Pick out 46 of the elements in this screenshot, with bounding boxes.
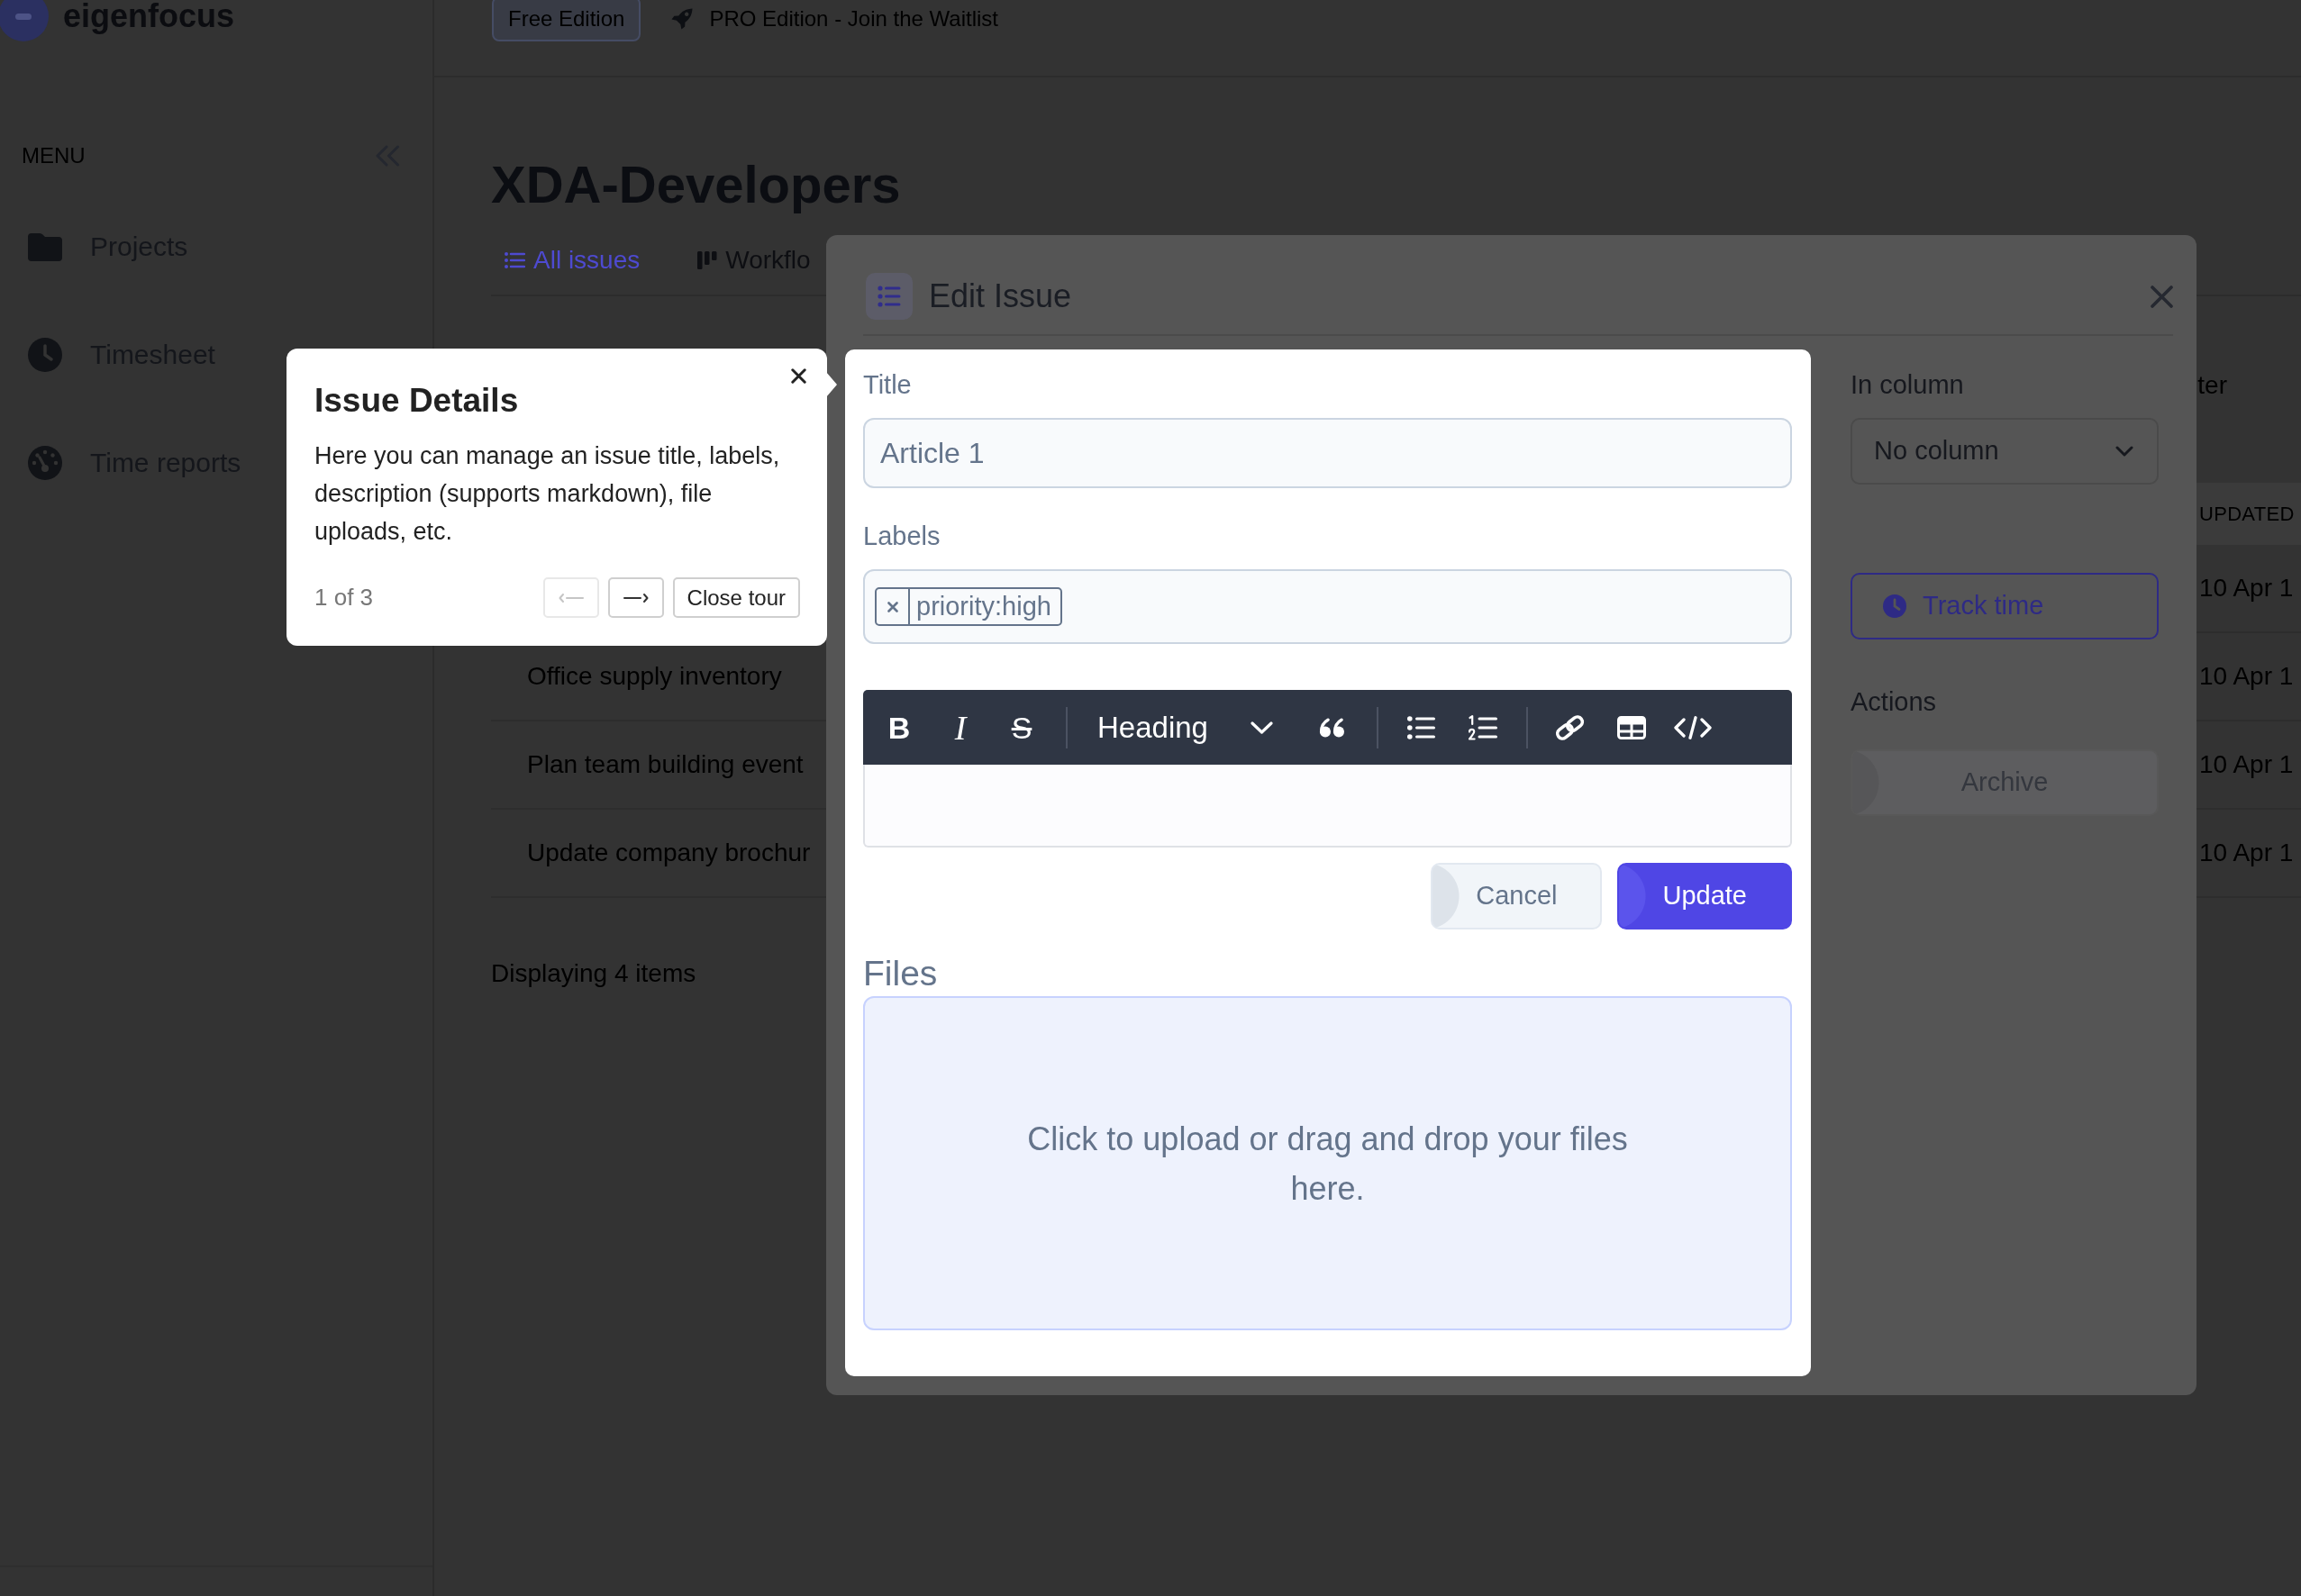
editor-field[interactable]: [863, 765, 1792, 848]
chevron-down-icon: [1250, 721, 1273, 734]
section-heading: Actions: [1851, 686, 1937, 718]
column-header: UPDATED: [2199, 502, 2296, 527]
cancel-button[interactable]: Cancel: [1431, 863, 1603, 929]
labels-field[interactable]: priority:high: [863, 569, 1792, 644]
table-icon[interactable]: [1616, 715, 1646, 739]
numbered-list-icon[interactable]: [1468, 714, 1497, 740]
code-icon[interactable]: [1673, 715, 1712, 739]
strikethrough-button[interactable]: S: [1002, 704, 1041, 750]
file-dropzone[interactable]: Click to upload or drag and drop your files here.: [863, 996, 1792, 1330]
title-input[interactable]: Article 1: [863, 418, 1792, 488]
list-icon: [866, 273, 913, 320]
close-icon[interactable]: [791, 368, 806, 384]
left-arrow-icon: [558, 592, 584, 603]
kanban-icon: [697, 251, 718, 269]
modal-title: Edit Issue: [929, 277, 1072, 316]
step-counter: 1 of 3: [314, 583, 374, 612]
close-icon: [887, 601, 898, 612]
submit-button[interactable]: Update: [1617, 863, 1792, 929]
right-arrow-icon: [623, 592, 649, 603]
heading-dropdown[interactable]: Heading: [1097, 709, 1273, 746]
popover-body: Here you can manage an issue title, labels, description (supports markdown), file uploads, etc.: [314, 441, 781, 547]
close-tour-button[interactable]: Close tour: [672, 577, 800, 618]
clock-icon: [1883, 594, 1906, 618]
bold-button[interactable]: B: [879, 704, 919, 750]
tab[interactable]: All issues: [491, 245, 654, 295]
folder-icon: [28, 232, 62, 261]
tag-text: priority:high: [915, 591, 1052, 622]
field-label: In column: [1851, 369, 1964, 401]
column-select[interactable]: No column: [1851, 418, 2159, 485]
italic-button[interactable]: I: [941, 704, 980, 750]
next-button[interactable]: [607, 577, 664, 618]
field-label: Title: [863, 369, 912, 401]
gauge-icon: [28, 446, 62, 480]
clock-icon: [28, 338, 62, 372]
field-label: Labels: [863, 521, 941, 552]
bullet-list-icon[interactable]: [1406, 715, 1435, 739]
quote-icon[interactable]: [1318, 717, 1345, 738]
section-heading: Files: [863, 953, 938, 994]
chevron-down-icon: [2115, 446, 2133, 457]
edition-badge[interactable]: Free Edition: [492, 0, 641, 41]
popover-title: Issue Details: [314, 381, 519, 421]
list-icon: [505, 251, 525, 269]
rocket-icon: [671, 8, 694, 30]
logo-icon: [0, 0, 49, 41]
